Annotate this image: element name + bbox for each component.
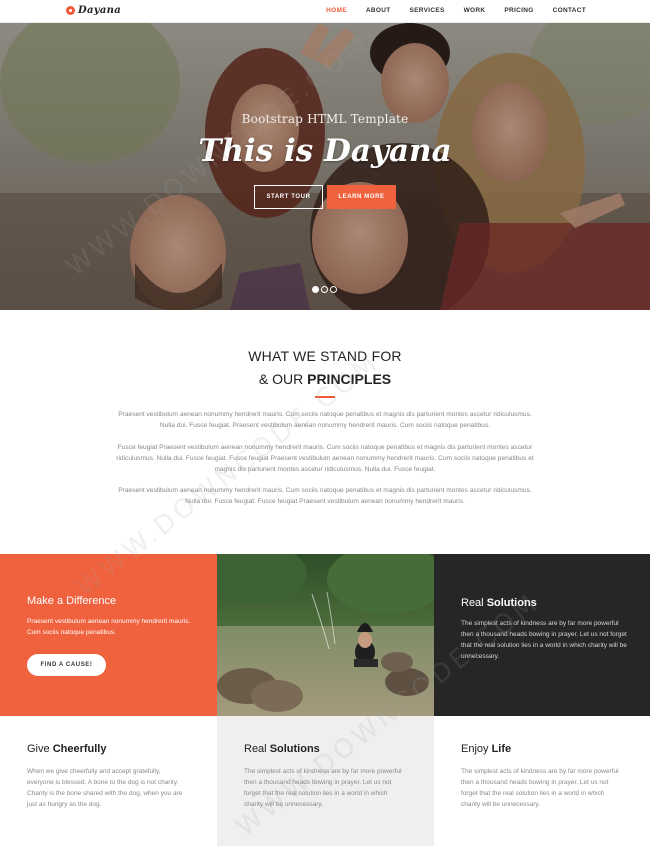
column-3-text: The simplest acts of kindness are by far… <box>461 768 619 808</box>
hero-slider: Bootstrap HTML Template This is Dayana S… <box>0 23 650 310</box>
real-solutions-dark-title-bold: Solutions <box>486 597 537 609</box>
column-3-title-bold: Life <box>491 743 512 755</box>
column-2-text: The simplest acts of kindness are by far… <box>244 768 402 808</box>
principles-paragraph-3: Praesent vestibulum aenean nonummy hendr… <box>118 487 532 505</box>
slider-dot-2[interactable] <box>321 286 328 293</box>
brand-logo[interactable]: Dayana <box>66 5 121 16</box>
slider-dots <box>312 286 337 293</box>
top-navbar: Dayana HOME ABOUT SERVICES WORK PRICING … <box>0 0 650 23</box>
make-difference-panel: Make a Difference Praesent vestibulum ae… <box>0 554 217 716</box>
start-tour-button[interactable]: START TOUR <box>254 185 323 209</box>
principles-paragraph-1: Praesent vestibulum aenean nonummy hendr… <box>118 411 532 429</box>
slider-dot-1[interactable] <box>312 286 319 293</box>
logo-text: Dayana <box>78 5 121 16</box>
real-solutions-dark-title: Real Solutions <box>461 597 537 609</box>
principles-heading-prefix: & OUR <box>258 371 308 387</box>
column-1-title-prefix: Give <box>27 743 53 755</box>
principles-heading-line1: WHAT WE STAND FOR <box>248 348 402 364</box>
find-a-cause-button[interactable]: FIND A CAUSE! <box>27 654 106 676</box>
nav-work[interactable]: WORK <box>464 7 486 14</box>
column-enjoy-life: Enjoy Life The simplest acts of kindness… <box>434 716 650 846</box>
nav-about[interactable]: ABOUT <box>366 7 391 14</box>
main-menu: HOME ABOUT SERVICES WORK PRICING CONTACT <box>307 7 586 14</box>
column-real-solutions: Real Solutions The simplest acts of kind… <box>217 716 434 846</box>
make-difference-text: Praesent vestibulum aenean nonummy hendr… <box>27 618 191 636</box>
real-solutions-dark-panel: Real Solutions The simplest acts of kind… <box>434 554 650 716</box>
column-2-title: Real Solutions <box>244 743 320 755</box>
lake-photo <box>217 554 434 716</box>
principles-paragraph-2: Fusce feugiat Praesent vestibulum aenean… <box>116 444 534 473</box>
slider-dot-3[interactable] <box>330 286 337 293</box>
principles-section: WHAT WE STAND FOR & OUR PRINCIPLES Praes… <box>0 310 650 554</box>
column-2-title-bold: Solutions <box>269 743 320 755</box>
hero-title: This is Dayana <box>198 133 452 169</box>
column-2-title-prefix: Real <box>244 743 270 755</box>
nav-services[interactable]: SERVICES <box>409 7 444 14</box>
column-1-text: When we give cheerfully and accept grate… <box>27 768 183 808</box>
column-3-title-prefix: Enjoy <box>461 743 492 755</box>
principles-heading-bold: PRINCIPLES <box>307 371 392 387</box>
heading-underline <box>315 396 335 398</box>
make-difference-title: Make a Difference <box>27 595 117 607</box>
nav-home[interactable]: HOME <box>326 7 347 14</box>
principles-heading-line2: & OUR PRINCIPLES <box>0 371 650 387</box>
column-1-title-bold: Cheerfully <box>52 743 107 755</box>
column-1-title: Give Cheerfully <box>27 743 106 755</box>
real-solutions-dark-title-prefix: Real <box>461 597 487 609</box>
nav-pricing[interactable]: PRICING <box>504 7 533 14</box>
column-give-cheerfully: Give Cheerfully When we give cheerfully … <box>0 716 217 846</box>
nav-contact[interactable]: CONTACT <box>553 7 586 14</box>
lake-photo-image <box>217 554 434 716</box>
real-solutions-dark-text: The simplest acts of kindness are by far… <box>461 620 627 660</box>
column-3-title: Enjoy Life <box>461 743 511 755</box>
logo-icon <box>66 6 75 15</box>
learn-more-button[interactable]: LEARN MORE <box>327 185 396 209</box>
hero-subtitle: Bootstrap HTML Template <box>241 112 409 126</box>
